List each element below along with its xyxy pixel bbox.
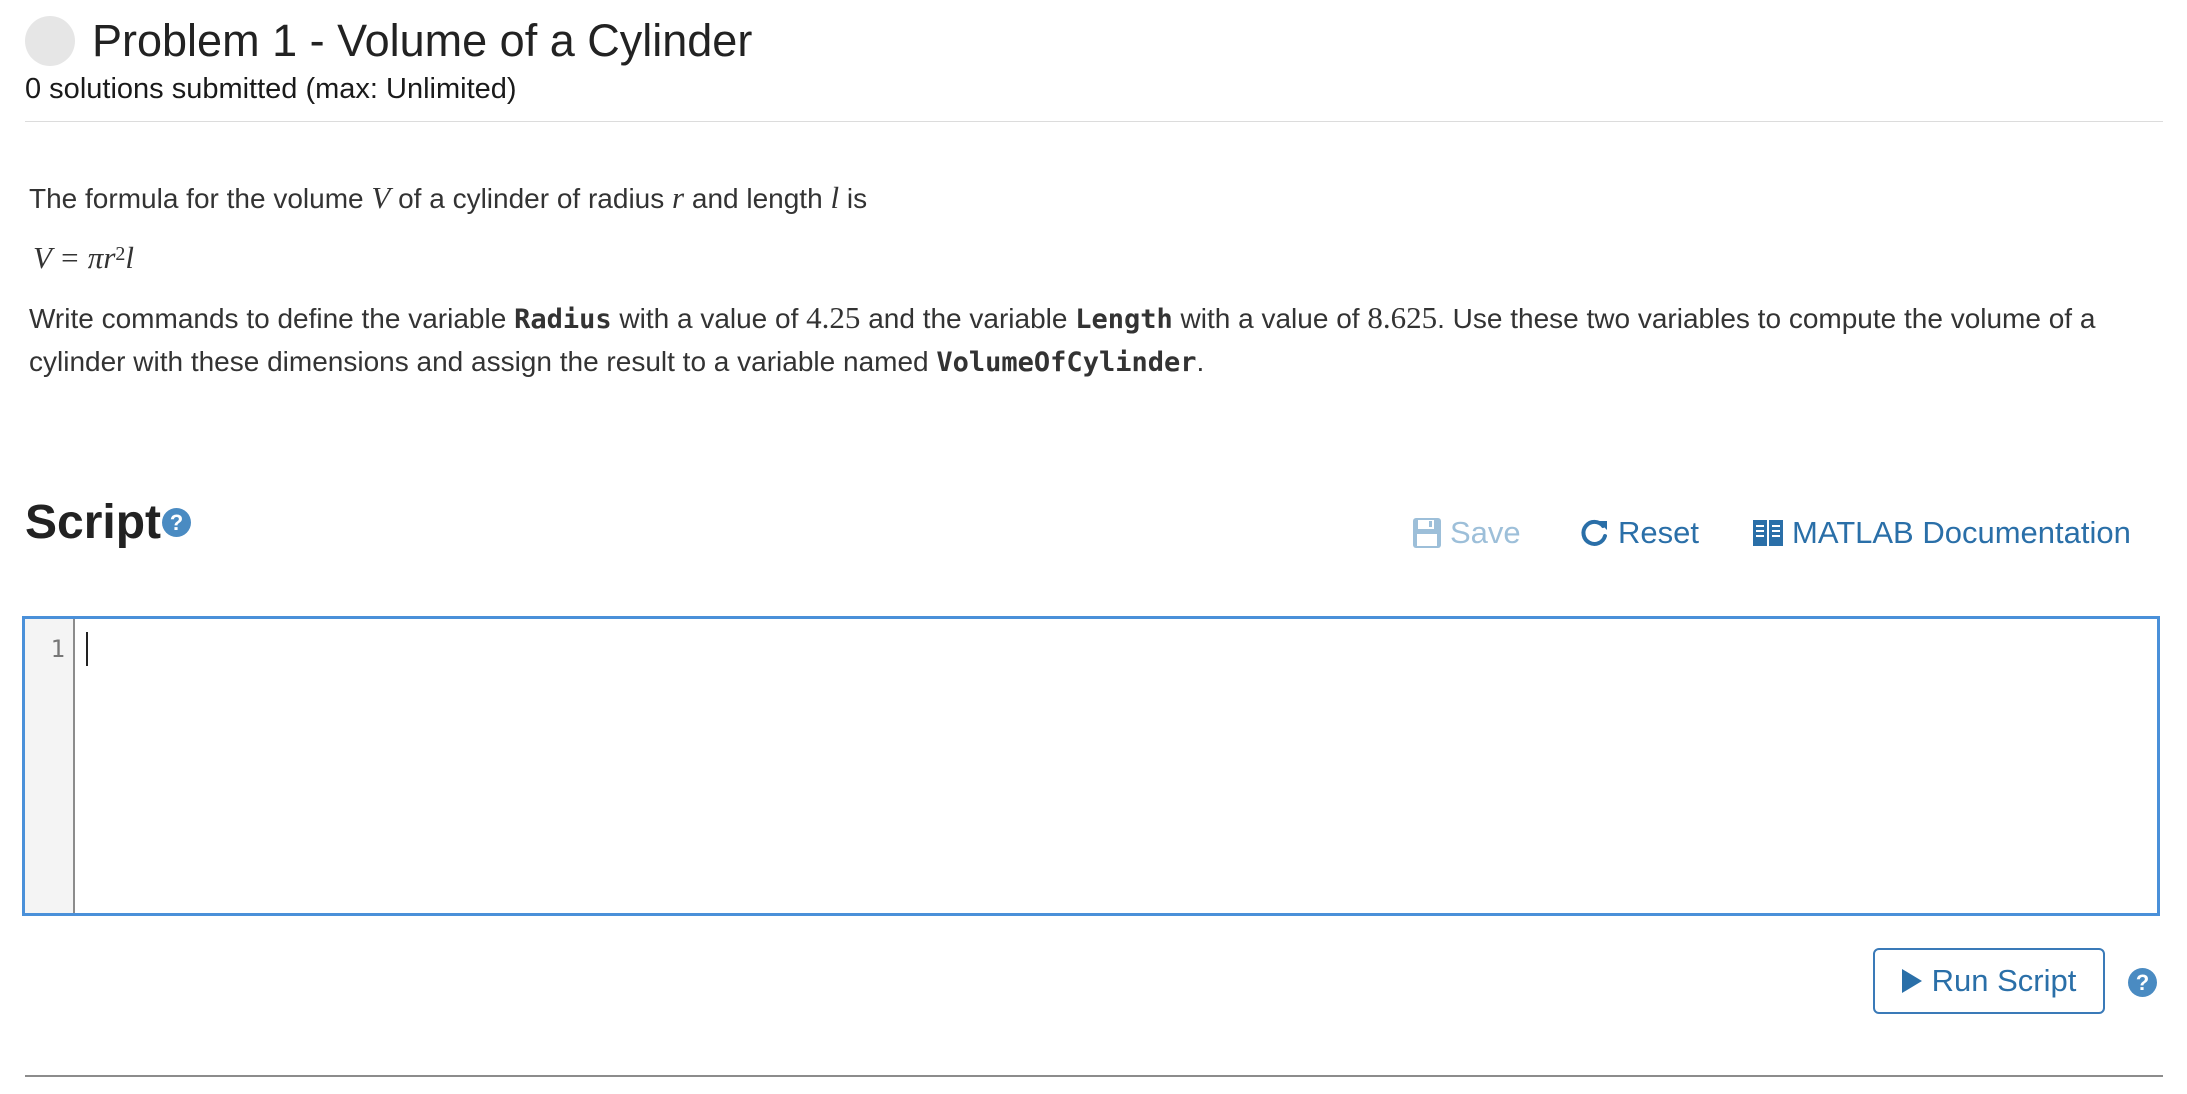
code-length: Length (1075, 304, 1173, 335)
script-heading: Script (25, 496, 162, 549)
reset-label: Reset (1618, 515, 1699, 550)
formula-lhs: V = πr (33, 240, 116, 275)
matlab-documentation-link[interactable]: MATLAB Documentation (1752, 510, 2131, 556)
instruction-text: with a value of (1172, 303, 1368, 334)
problem-instructions: Write commands to define the variable Ra… (29, 297, 2099, 384)
text-cursor (86, 632, 88, 666)
code-volume: VolumeOfCylinder (936, 347, 1197, 378)
refresh-icon (1581, 519, 1607, 546)
line-number: 1 (50, 635, 65, 663)
run-script-button[interactable]: Run Script (1873, 948, 2105, 1014)
code-input-area[interactable] (77, 619, 2157, 913)
description-text: and length (691, 183, 823, 214)
footer-divider (25, 1075, 2163, 1077)
problem-title: Problem 1 - Volume of a Cylinder (92, 15, 753, 66)
save-label: Save (1450, 515, 1521, 550)
play-icon (1901, 969, 1922, 993)
volume-formula: V = πr2l (33, 237, 134, 279)
math-variable-l: l (830, 180, 840, 215)
math-variable-v: V (371, 180, 391, 215)
formula-rhs: l (125, 240, 135, 275)
book-icon (1753, 520, 1783, 546)
run-script-label: Run Script (1931, 963, 2077, 998)
formula-exponent: 2 (115, 243, 126, 265)
value-length: 8.625 (1367, 300, 1438, 335)
header-divider (25, 121, 2163, 122)
status-indicator (25, 16, 75, 66)
description-text: The formula for the volume (29, 183, 364, 214)
documentation-label: MATLAB Documentation (1792, 515, 2131, 550)
problem-description-line: The formula for the volume V of a cylind… (29, 177, 2099, 220)
script-editor[interactable]: 1 (22, 616, 2160, 916)
floppy-disk-icon (1413, 518, 1441, 548)
math-variable-r: r (672, 180, 685, 215)
instruction-text: and the variable (860, 303, 1076, 334)
value-radius: 4.25 (806, 300, 861, 335)
reset-button[interactable]: Reset (1578, 510, 1699, 556)
instruction-text: Write commands to define the variable (29, 303, 515, 334)
code-radius: Radius (514, 304, 612, 335)
line-number-gutter: 1 (25, 619, 75, 913)
question-circle-icon[interactable]: ? (2128, 968, 2157, 997)
save-button[interactable]: Save (1412, 510, 1521, 556)
instruction-text: . (1196, 346, 1205, 377)
description-text: is (846, 183, 868, 214)
submission-count: 0 solutions submitted (max: Unlimited) (25, 73, 517, 105)
description-text: of a cylinder of radius (398, 183, 665, 214)
question-circle-icon[interactable]: ? (162, 508, 191, 537)
instruction-text: with a value of (611, 303, 807, 334)
